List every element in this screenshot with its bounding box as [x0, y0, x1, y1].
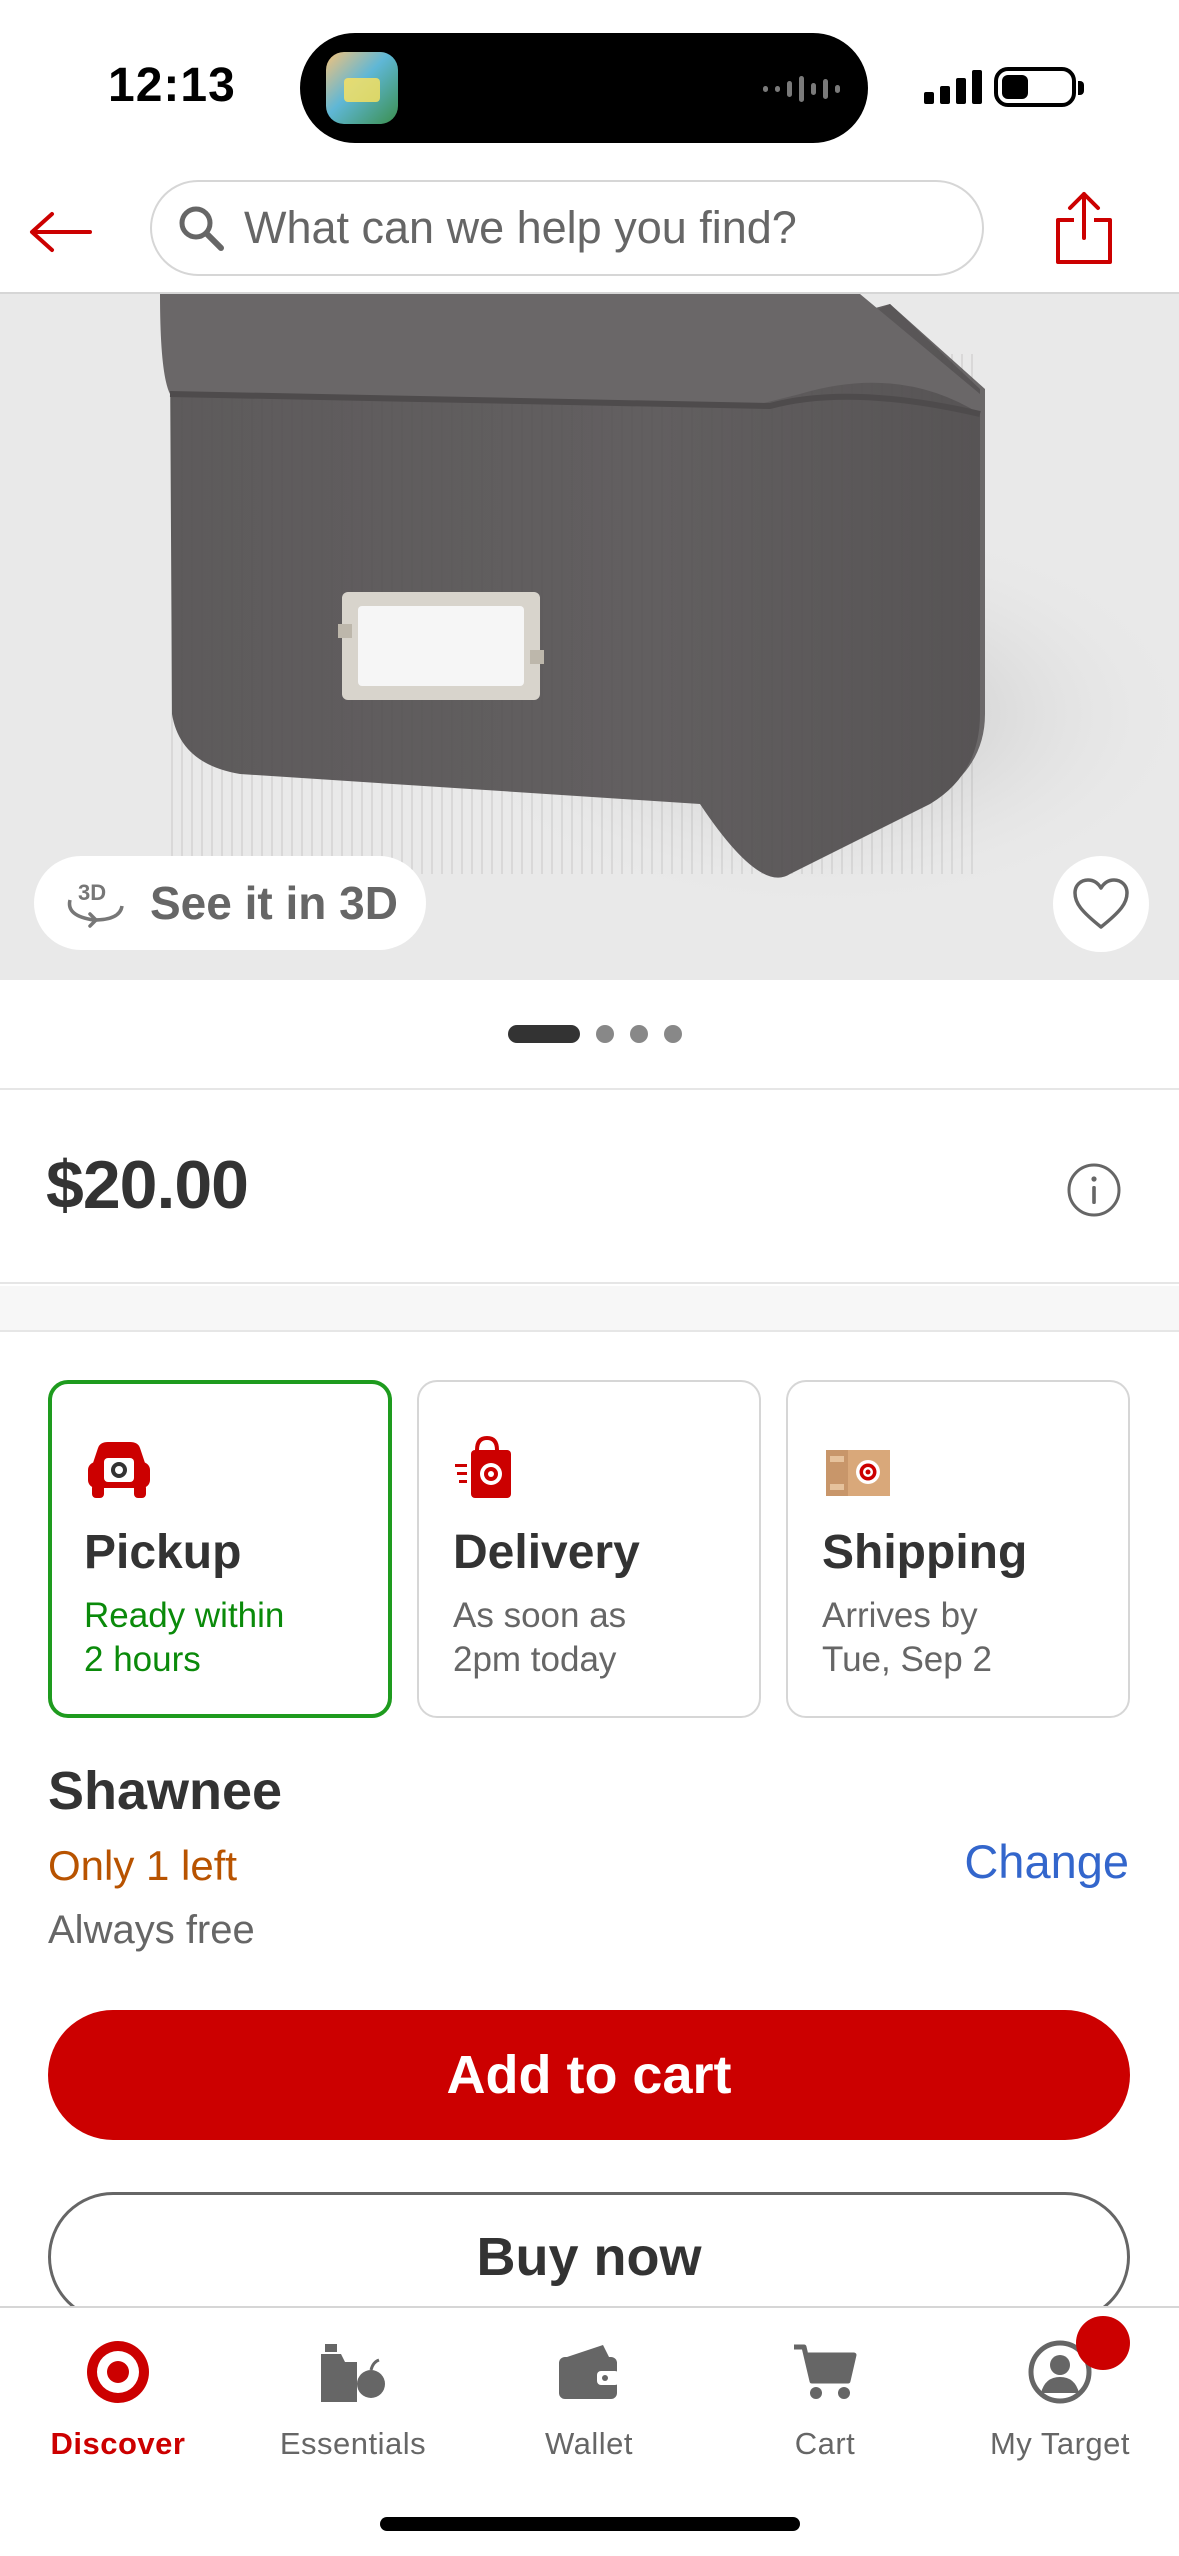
- tab-my-target[interactable]: My Target: [942, 2316, 1178, 2476]
- delivery-bag-icon: [455, 1435, 511, 1498]
- see-in-3d-button[interactable]: 3D See it in 3D: [34, 856, 426, 950]
- cellular-signal-icon: [924, 68, 982, 104]
- shipping-title: Shipping: [822, 1526, 1028, 1579]
- back-arrow-icon: [30, 212, 92, 252]
- favorite-button[interactable]: [1053, 856, 1149, 952]
- carousel-dot[interactable]: [663, 1025, 682, 1043]
- shipping-subtitle: Arrives by Tue, Sep 2: [822, 1596, 992, 1679]
- tab-cart[interactable]: Cart: [707, 2326, 943, 2476]
- 3d-rotate-icon: 3D: [67, 880, 124, 928]
- price-row: $20.00: [0, 1090, 1179, 1284]
- search-placeholder: What can we help you find?: [244, 202, 797, 253]
- add-to-cart-button[interactable]: Add to cart: [48, 2010, 1130, 2140]
- drive-up-car-icon: [88, 1442, 150, 1498]
- status-bar: 12:13: [0, 0, 1179, 170]
- back-button[interactable]: [22, 194, 98, 270]
- tab-label: Essentials: [279, 2426, 427, 2461]
- product-image[interactable]: 3D See it in 3D: [0, 294, 1179, 980]
- shipping-box-icon: [826, 1450, 890, 1496]
- account-icon: [1024, 2316, 1130, 2408]
- header: What can we help you find?: [0, 170, 1179, 294]
- tab-label: My Target: [989, 2426, 1131, 2461]
- target-bullseye-icon: [82, 2336, 154, 2408]
- tab-discover[interactable]: Discover: [0, 2326, 236, 2476]
- home-indicator[interactable]: [380, 2517, 800, 2531]
- tab-label: Cart: [794, 2426, 856, 2461]
- pickup-subtitle: Ready within 2 hours: [84, 1596, 285, 1679]
- wallet-icon: [553, 2336, 625, 2408]
- pickup-price-note: Always free: [48, 1908, 255, 1952]
- store-name: Shawnee: [48, 1761, 283, 1821]
- search-input[interactable]: What can we help you find?: [150, 180, 984, 276]
- stock-status: Only 1 left: [48, 1842, 238, 1889]
- notification-badge: [1076, 2316, 1130, 2370]
- product-price: $20.00: [46, 1147, 249, 1223]
- carousel-dot-active[interactable]: [507, 1025, 580, 1043]
- shipping-option-card[interactable]: Shipping Arrives by Tue, Sep 2: [786, 1380, 1130, 1718]
- carousel-dot[interactable]: [595, 1025, 614, 1043]
- carousel-dot[interactable]: [629, 1025, 648, 1043]
- tab-label: Discover: [50, 2426, 186, 2461]
- delivery-option-card[interactable]: Delivery As soon as 2pm today: [417, 1380, 761, 1718]
- pickup-option-card[interactable]: Pickup Ready within 2 hours: [48, 1380, 392, 1718]
- essentials-icon: [317, 2336, 389, 2408]
- pickup-title: Pickup: [84, 1526, 242, 1579]
- svg-text:3D: 3D: [78, 880, 106, 905]
- share-icon: [1056, 192, 1112, 264]
- now-playing-app-icon: [326, 52, 398, 124]
- info-icon[interactable]: [1066, 1162, 1122, 1218]
- image-carousel-indicator: [0, 980, 1179, 1090]
- delivery-subtitle: As soon as 2pm today: [453, 1596, 627, 1679]
- fulfillment-options: Pickup Ready within 2 hours Delivery As …: [0, 1380, 1179, 1720]
- audio-waveform-icon: [763, 75, 840, 103]
- tab-essentials[interactable]: Essentials: [235, 2326, 471, 2476]
- delivery-title: Delivery: [453, 1526, 640, 1579]
- heart-icon: [1073, 878, 1129, 929]
- section-divider: [0, 1286, 1179, 1332]
- status-time: 12:13: [108, 59, 236, 112]
- buy-now-button[interactable]: Buy now: [48, 2192, 1130, 2322]
- tab-wallet[interactable]: Wallet: [471, 2326, 707, 2476]
- tab-label: Wallet: [545, 2426, 633, 2461]
- see-in-3d-label: See it in 3D: [150, 877, 398, 929]
- battery-icon: [994, 67, 1084, 107]
- dynamic-island: [300, 33, 868, 143]
- cart-icon: [789, 2336, 861, 2408]
- search-icon: [176, 203, 226, 253]
- change-store-link[interactable]: Change: [964, 1834, 1129, 1889]
- share-button[interactable]: [1050, 186, 1118, 270]
